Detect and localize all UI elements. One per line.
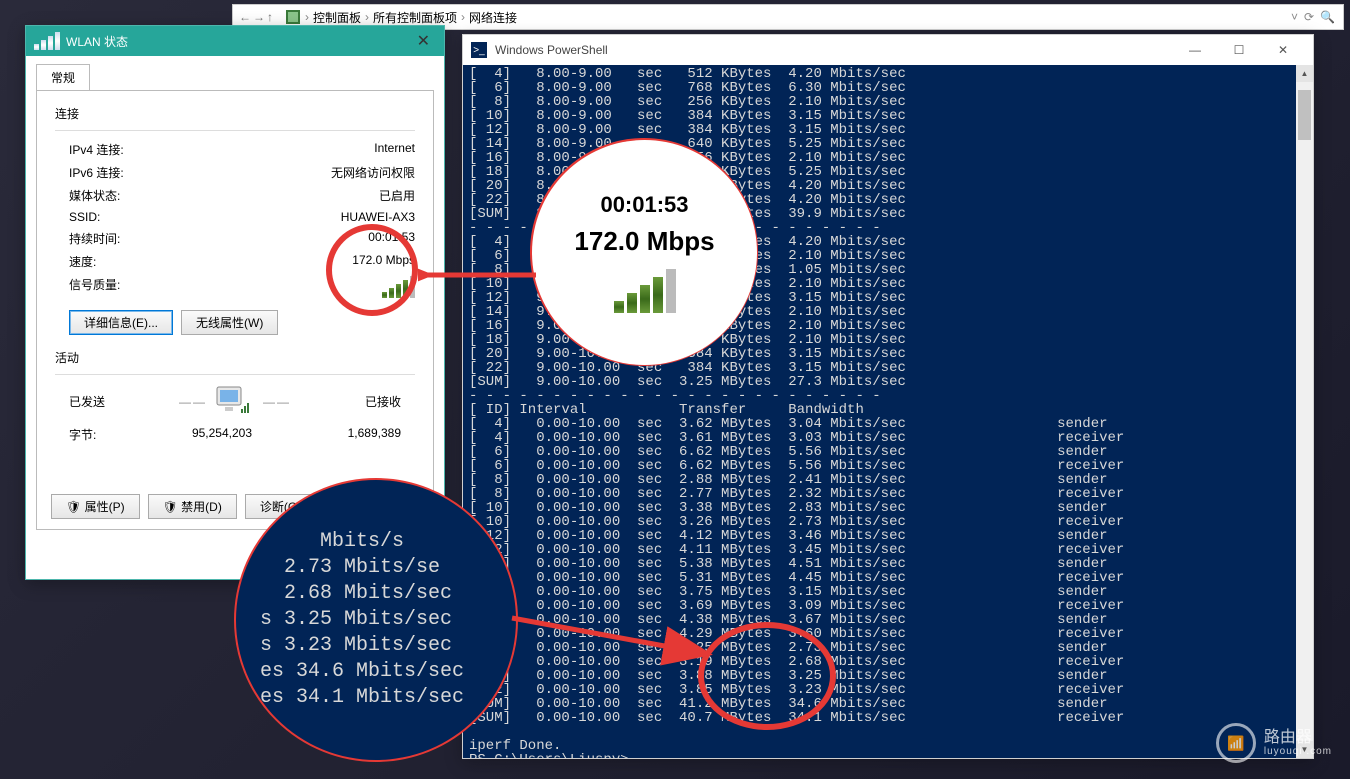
sent-bytes: 95,254,203 [96,426,347,443]
media-value: 已启用 [379,187,415,204]
properties-button[interactable]: 属性(P) [51,494,140,519]
details-button[interactable]: 详细信息(E)... [69,310,173,335]
recv-bytes: 1,689,389 [348,426,401,443]
media-label: 媒体状态: [69,187,120,204]
terminal-output[interactable]: [ 4] 8.00-9.00 sec 512 KBytes 4.20 Mbits… [463,65,1313,758]
watermark-logo-icon: 📶 [1216,723,1256,763]
breadcrumb[interactable]: › 控制面板 › 所有控制面板项 › 网络连接 [279,9,1283,26]
crumb-0[interactable]: 控制面板 [313,9,361,26]
powershell-title: Windows PowerShell [495,43,1173,57]
nav-forward-icon[interactable]: → [253,10,265,24]
ipv4-label: IPv4 连接: [69,141,124,158]
maximize-button[interactable]: ☐ [1217,35,1261,65]
crumb-1[interactable]: 所有控制面板项 [373,9,457,26]
disable-button[interactable]: 禁用(D) [148,494,237,519]
crumb-sep: › [365,10,369,24]
watermark-en: luyouqi .com [1264,746,1332,757]
computer-icon [215,385,255,418]
speed-label: 速度: [69,253,96,270]
duration-label: 持续时间: [69,230,120,247]
signal-icon [34,32,60,50]
ssid-value: HUAWEI-AX3 [341,210,415,224]
crumb-2[interactable]: 网络连接 [469,9,517,26]
ipv6-value: 无网络访问权限 [331,164,415,181]
scroll-up-icon[interactable]: ▲ [1296,65,1313,82]
signal-bars-icon [382,276,415,298]
crumb-sep: › [461,10,465,24]
ssid-label: SSID: [69,210,100,224]
duration-value: 00:01:53 [368,230,415,247]
wlan-titlebar[interactable]: WLAN 状态 ✕ [26,26,444,56]
diagnose-button[interactable]: 诊断(G) [245,494,316,519]
powershell-titlebar[interactable]: >_ Windows PowerShell — ☐ ✕ [463,35,1313,65]
watermark-cn: 路由器 [1264,729,1332,747]
search-icon[interactable]: 🔍 [1320,10,1335,24]
wlan-status-window: WLAN 状态 ✕ 常规 连接 IPv4 连接: Internet IPv6 连接… [25,25,445,580]
powershell-window: >_ Windows PowerShell — ☐ ✕ [ 4] 8.00-9.… [462,34,1314,759]
scrollbar-thumb[interactable] [1298,90,1311,140]
scrollbar[interactable]: ▲ ▼ [1296,65,1313,758]
crumb-sep: › [305,10,309,24]
ipv6-label: IPv6 连接: [69,164,124,181]
minimize-button[interactable]: — [1173,35,1217,65]
control-panel-icon [285,9,301,25]
speed-value: 172.0 Mbps [352,253,415,270]
ipv4-value: Internet [374,141,415,158]
close-button[interactable]: ✕ [1261,35,1305,65]
refresh-icon[interactable]: ⟳ [1304,10,1314,24]
bytes-label: 字节: [69,426,96,443]
powershell-icon: >_ [471,42,487,58]
nav-back-icon[interactable]: ← [239,10,251,24]
wireless-props-button[interactable]: 无线属性(W) [181,310,278,335]
recv-label: 已接收 [365,393,401,410]
nav-up-icon[interactable]: ↑ [267,10,273,24]
sent-label: 已发送 [69,393,105,410]
activity-section-title: 活动 [55,349,415,366]
signal-quality-label: 信号质量: [69,276,120,298]
close-icon[interactable]: ✕ [411,31,436,51]
watermark: 📶 路由器 luyouqi .com [1216,723,1332,763]
connection-section-title: 连接 [55,105,415,122]
wlan-title: WLAN 状态 [66,33,411,50]
dropdown-icon[interactable]: ˅ [1291,10,1298,24]
tab-general[interactable]: 常规 [36,64,90,90]
